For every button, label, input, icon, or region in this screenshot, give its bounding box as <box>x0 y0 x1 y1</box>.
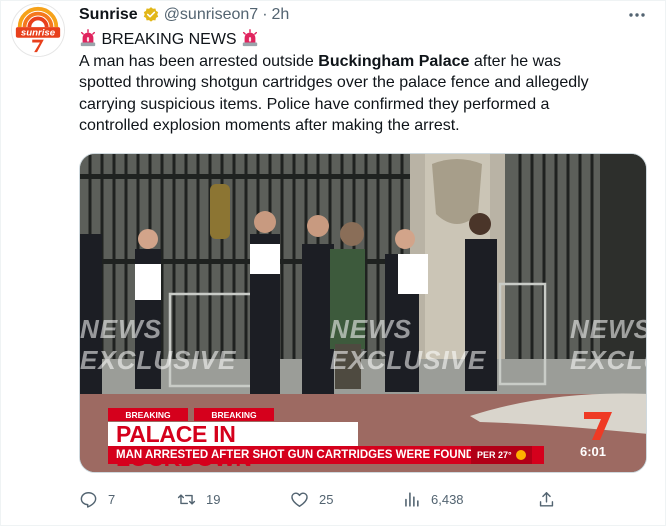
like-button[interactable]: 25 <box>290 487 333 511</box>
timestamp[interactable]: 2h <box>272 6 290 24</box>
separator: · <box>262 6 268 23</box>
avatar[interactable]: sunrise <box>11 3 65 57</box>
tweet-line-2-prefix: A man has been arrested outside <box>79 52 319 70</box>
tweet-line-3: spotted throwing shotgun cartridges over… <box>79 74 589 91</box>
watermark-news: NEWSEXCLUSIVE <box>330 314 486 376</box>
sunrise-logo: sunrise <box>12 4 64 56</box>
tweet-line-2: A man has been arrested outside Buckingh… <box>79 51 639 73</box>
video-player[interactable]: NEWSEXCLUSIVE NEWSEXCLUSIVE NEWSEXCLUSIV… <box>79 153 647 473</box>
siren-icon <box>242 29 258 47</box>
reply-count: 7 <box>108 491 116 507</box>
breaking-news-label: BREAKING NEWS <box>101 31 237 48</box>
watermark-news: NEWSEXCLUSIVE <box>570 314 647 376</box>
watermark-news-line2: EXCLUSIVE <box>330 345 487 375</box>
more-icon[interactable] <box>627 5 647 25</box>
views-count: 6,438 <box>431 491 464 507</box>
watermark-news-line1: NEWS <box>80 314 162 344</box>
views-button[interactable]: 6,438 <box>402 487 464 511</box>
reply-icon <box>80 491 97 508</box>
tweet-line-5: controlled explosion moments after makin… <box>79 117 460 134</box>
tweet-line-1: BREAKING NEWS <box>79 29 639 51</box>
svg-text:sunrise: sunrise <box>21 27 56 38</box>
tweet-header: Sunrise @sunriseon7 · 2h <box>79 5 289 25</box>
breaking-tag: BREAKING NEWS <box>108 408 188 432</box>
sun-icon <box>515 450 526 460</box>
tweet-actions: 7 19 25 6,438 <box>79 487 569 511</box>
retweet-icon <box>177 493 196 505</box>
tweet-line-4: carrying suspicious items. Police have c… <box>79 95 550 113</box>
video-clock: 6:01 <box>580 444 607 459</box>
watermark-news-line1: NEWS <box>570 314 647 344</box>
like-count: 25 <box>319 491 334 507</box>
watermark-news-line2: EXCLUSIVE <box>570 345 646 375</box>
weather-badge: PER 27° <box>471 446 532 464</box>
watermark-news-line2: EXCLUSIVE <box>80 345 237 375</box>
retweet-count: 19 <box>206 491 221 507</box>
siren-icon <box>80 29 96 47</box>
breaking-tag: BREAKING NEWS <box>194 408 274 432</box>
handle[interactable]: @sunriseon7 <box>164 6 259 24</box>
weather-text: PER 27° <box>477 450 512 460</box>
watermark-news: NEWSEXCLUSIVE <box>80 314 236 376</box>
tweet-card[interactable]: sunrise Sunrise @sunriseon7 · 2h BREAKIN… <box>0 0 666 526</box>
breaking-tags: BREAKING NEWS BREAKING NEWS <box>108 408 544 432</box>
news-headline: PALACE IN LOCKDOWN <box>108 422 358 470</box>
news-lower-third: BREAKING NEWS BREAKING NEWS PALACE IN LO… <box>108 408 544 470</box>
reply-button[interactable]: 7 <box>79 487 115 511</box>
verified-badge-icon[interactable] <box>142 6 160 24</box>
views-icon <box>405 491 419 507</box>
share-icon <box>539 491 554 507</box>
watermark-news-line1: NEWS <box>330 314 412 344</box>
display-name[interactable]: Sunrise <box>79 6 138 24</box>
tweet-line-2-suffix: after he was <box>469 52 562 70</box>
tweet-line-2-bold: Buckingham Palace <box>318 52 470 70</box>
share-button[interactable] <box>537 487 566 511</box>
retweet-button[interactable]: 19 <box>177 487 220 511</box>
like-icon <box>291 491 308 507</box>
tweet-text: BREAKING NEWS A man has been arrested ou… <box>79 29 639 137</box>
